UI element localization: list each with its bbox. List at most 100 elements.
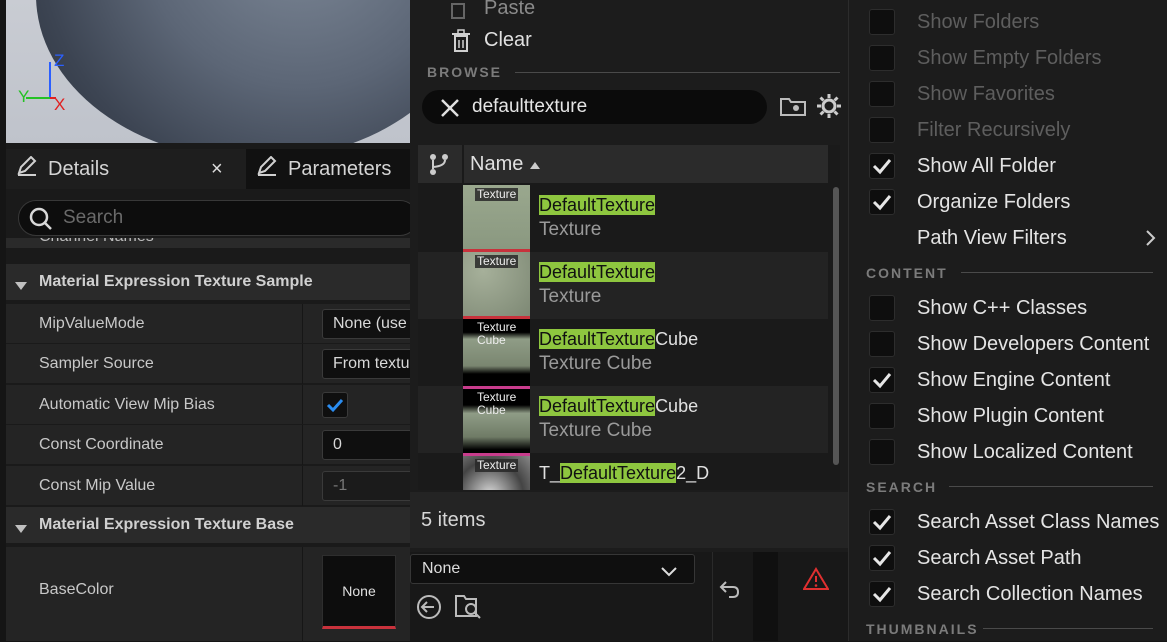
column-name-header[interactable]: Name xyxy=(464,145,541,183)
option-organize-folders[interactable]: Organize Folders xyxy=(849,184,1167,220)
list-header: Name xyxy=(418,145,828,183)
property-row: Const Mip Value -1 xyxy=(6,465,422,506)
option-show-empty-folders[interactable]: Show Empty Folders xyxy=(849,40,1167,76)
asset-picker-popup: Paste Clear BROWSE defaulttexture Name T… xyxy=(410,0,848,552)
checkbox[interactable] xyxy=(869,295,895,321)
search-section-label: SEARCH xyxy=(866,479,938,495)
menu-item-paste[interactable]: Paste xyxy=(450,0,535,22)
checkbox[interactable] xyxy=(869,331,895,357)
checkbox[interactable] xyxy=(869,439,895,465)
asset-name: DefaultTexture xyxy=(539,195,656,215)
option-show-cpp-classes[interactable]: Show C++ Classes xyxy=(849,290,1167,326)
asset-name: DefaultTexture xyxy=(539,262,656,282)
option-search-collection-names[interactable]: Search Collection Names xyxy=(849,576,1167,612)
checkmark-icon xyxy=(872,551,892,567)
asset-type: Texture Cube xyxy=(539,420,653,441)
option-show-localized-content[interactable]: Show Localized Content xyxy=(849,434,1167,470)
source-control-icon[interactable] xyxy=(428,153,450,180)
checkbox[interactable] xyxy=(869,189,895,215)
checkbox[interactable] xyxy=(869,45,895,71)
checkbox[interactable] xyxy=(869,581,895,607)
pencil-icon xyxy=(16,155,38,182)
checkbox[interactable] xyxy=(869,9,895,35)
sort-ascending-icon xyxy=(529,153,541,176)
property-editor-strip: None xyxy=(410,552,848,641)
checkmark-icon xyxy=(872,195,892,211)
asset-row[interactable]: Texture Cube DefaultTextureCube Texture … xyxy=(418,319,828,386)
clear-search-icon[interactable] xyxy=(440,98,460,124)
const-coordinate-input[interactable]: 0 xyxy=(322,430,422,460)
use-selected-icon[interactable] xyxy=(416,594,442,625)
asset-list: Name Texture DefaultTexture Texture Text… xyxy=(418,145,840,490)
tab-parameters-label: Parameters xyxy=(288,157,392,180)
property-row: BaseColor None xyxy=(6,546,410,642)
axis-x-label: X xyxy=(54,95,66,114)
category-texture-base[interactable]: Material Expression Texture Base xyxy=(6,507,410,543)
truncated-category: Channel Names xyxy=(6,238,410,248)
option-show-plugin-content[interactable]: Show Plugin Content xyxy=(849,398,1167,434)
option-show-all-folder[interactable]: Show All Folder xyxy=(849,148,1167,184)
pencil-icon xyxy=(256,155,278,182)
tab-parameters[interactable]: Parameters xyxy=(248,149,418,189)
property-label: Const Coordinate xyxy=(39,436,164,453)
scrollbar-track[interactable] xyxy=(830,145,840,490)
category-label: Material Expression Texture Base xyxy=(39,516,294,533)
asset-row[interactable]: Texture T_DefaultTexture2_D xyxy=(418,453,828,490)
option-filter-recursively[interactable]: Filter Recursively xyxy=(849,112,1167,148)
gear-icon[interactable] xyxy=(816,93,842,124)
tab-details[interactable]: Details × xyxy=(6,149,246,189)
auto-view-mip-bias-checkbox[interactable] xyxy=(322,392,348,418)
property-row: MipValueMode None (use xyxy=(6,303,422,344)
option-show-folders[interactable]: Show Folders xyxy=(849,4,1167,40)
checkmark-icon xyxy=(326,398,344,413)
checkbox[interactable] xyxy=(869,117,895,143)
reset-arrow-icon[interactable] xyxy=(718,579,740,604)
checkbox[interactable] xyxy=(869,509,895,535)
axis-gizmo xyxy=(26,62,56,99)
texture-cube-thumbnail: Texture Cube xyxy=(463,386,530,453)
checkbox[interactable] xyxy=(869,545,895,571)
checkbox[interactable] xyxy=(869,81,895,107)
asset-dropdown[interactable]: None xyxy=(410,554,695,584)
texture-thumbnail: Texture xyxy=(463,252,530,319)
asset-type: Texture xyxy=(539,286,602,307)
checkbox[interactable] xyxy=(869,367,895,393)
details-panel: Details × Parameters Search Channel Name… xyxy=(6,143,422,642)
asset-row[interactable]: Texture Cube DefaultTextureCube Texture … xyxy=(418,386,828,453)
warning-icon xyxy=(802,567,830,596)
property-label: MipValueMode xyxy=(39,315,145,332)
option-show-engine-content[interactable]: Show Engine Content xyxy=(849,362,1167,398)
checkbox[interactable] xyxy=(869,403,895,429)
option-show-developers-content[interactable]: Show Developers Content xyxy=(849,326,1167,362)
const-mip-value-input[interactable]: -1 xyxy=(322,471,422,501)
option-search-asset-class-names[interactable]: Search Asset Class Names xyxy=(849,504,1167,540)
mip-value-mode-dropdown[interactable]: None (use xyxy=(322,309,422,339)
browse-section-label: BROWSE xyxy=(427,64,502,80)
option-show-favorites[interactable]: Show Favorites xyxy=(849,76,1167,112)
browse-asset-icon[interactable] xyxy=(454,592,482,625)
viewport[interactable]: Z Y X xyxy=(6,0,410,143)
checkmark-icon xyxy=(872,587,892,603)
asset-search-input[interactable]: defaulttexture xyxy=(422,90,767,124)
scrollbar-thumb[interactable] xyxy=(833,187,839,465)
option-search-asset-path[interactable]: Search Asset Path xyxy=(849,540,1167,576)
asset-type: Texture Cube xyxy=(539,353,653,374)
basecolor-thumbnail[interactable]: None xyxy=(322,555,396,629)
details-search-input[interactable]: Search xyxy=(18,200,418,236)
menu-item-clear[interactable]: Clear xyxy=(450,26,532,54)
property-label: Const Mip Value xyxy=(39,477,156,494)
option-path-view-filters[interactable]: Path View Filters xyxy=(849,220,1167,256)
asset-name: DefaultTextureCube xyxy=(539,329,699,349)
search-placeholder: Search xyxy=(63,207,124,228)
chevron-down-icon xyxy=(14,521,28,539)
checkmark-icon xyxy=(872,515,892,531)
sampler-source-dropdown[interactable]: From textu xyxy=(322,349,422,379)
property-row: Sampler Source From textu xyxy=(6,343,422,384)
close-icon[interactable]: × xyxy=(211,158,223,181)
chevron-down-icon xyxy=(14,278,28,296)
folder-icon[interactable] xyxy=(780,95,806,122)
asset-row[interactable]: Texture DefaultTexture Texture xyxy=(418,252,828,319)
checkbox[interactable] xyxy=(869,153,895,179)
asset-row[interactable]: Texture DefaultTexture Texture xyxy=(418,185,828,252)
category-texture-sample[interactable]: Material Expression Texture Sample xyxy=(6,264,410,300)
